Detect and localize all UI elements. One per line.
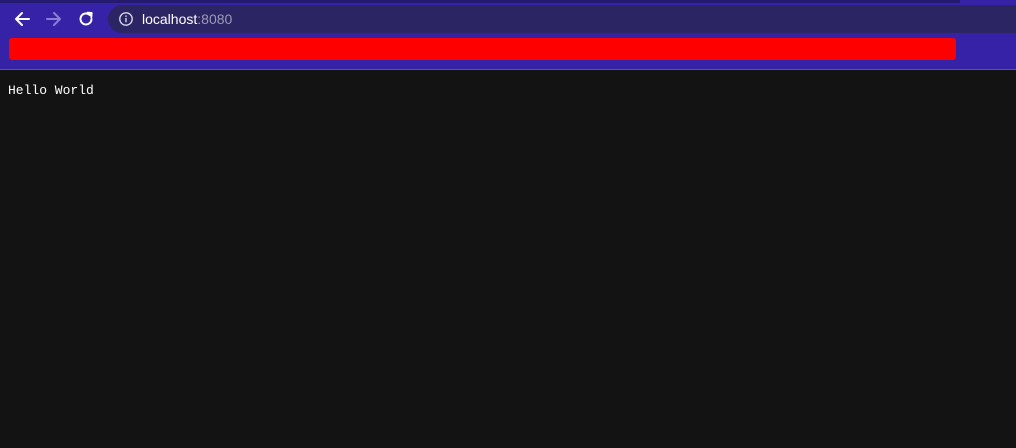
hello-world-text: Hello World bbox=[8, 83, 94, 98]
back-button[interactable] bbox=[9, 7, 35, 31]
url-text[interactable]: localhost:8080 bbox=[142, 5, 232, 33]
browser-toolbar: localhost:8080 bbox=[0, 0, 1016, 70]
info-icon[interactable] bbox=[118, 11, 134, 27]
url-port: :8080 bbox=[197, 11, 233, 27]
forward-arrow-icon bbox=[46, 12, 61, 26]
address-bar[interactable]: localhost:8080 bbox=[108, 5, 1016, 33]
red-banner bbox=[9, 38, 956, 60]
reload-button[interactable] bbox=[73, 7, 99, 31]
reload-icon bbox=[79, 11, 93, 26]
forward-button[interactable] bbox=[41, 7, 67, 31]
back-arrow-icon bbox=[15, 12, 30, 26]
url-host: localhost bbox=[142, 11, 198, 27]
page-content: Hello World bbox=[0, 70, 1016, 448]
active-tab-edge bbox=[0, 0, 960, 3]
